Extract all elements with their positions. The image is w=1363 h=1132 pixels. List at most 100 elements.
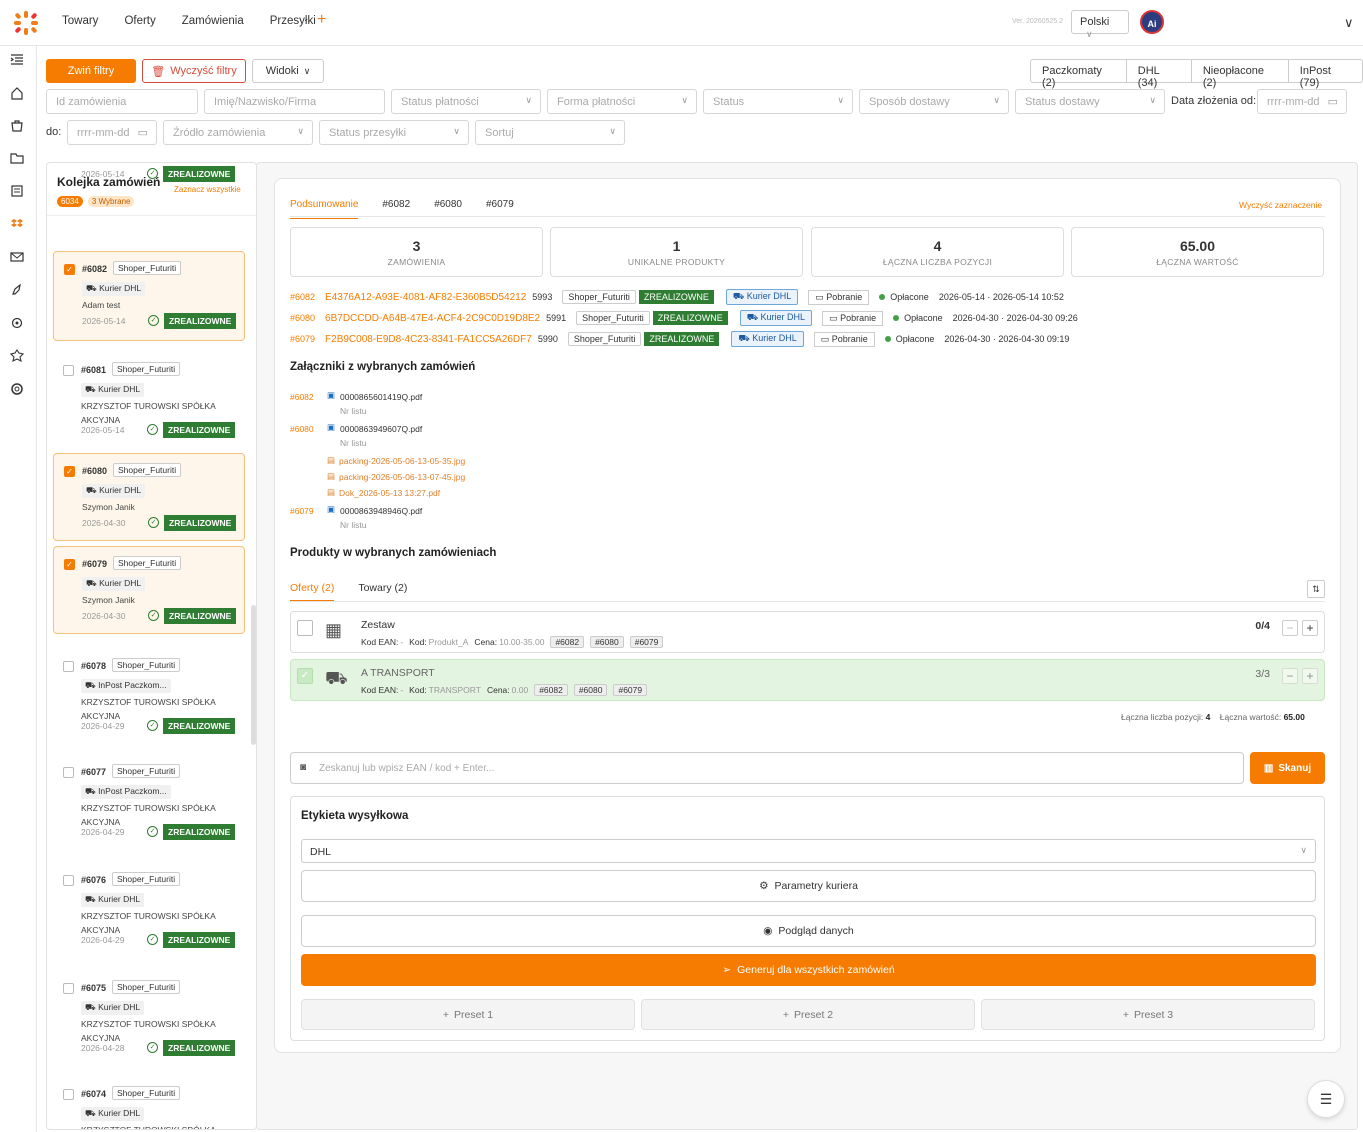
clear-selection-link[interactable]: Wyczyść zaznaczenie [1239,200,1322,210]
queue-order-item[interactable]: #6077 Shoper_Futuriti ⛟ InPost Paczkom... K… [53,755,245,851]
attachment-order-id[interactable]: #6079 [290,506,314,516]
order-number[interactable]: #6080 [82,466,107,476]
language-select[interactable]: Polski ∨ [1071,10,1129,39]
delivery-status-select[interactable]: Status dostawy ∨ [1015,89,1165,114]
scan-input[interactable]: ◙ Zeskanuj lub wpisz EAN / kod + Enter..… [290,752,1244,784]
queue-order-item[interactable]: ✓ #6079 Shoper_Futuriti ⛟ Kurier DHL Szymon … [53,546,245,634]
gear-icon[interactable] [10,316,24,330]
order-checkbox[interactable] [63,365,74,376]
chevron-down-icon[interactable]: ∨ [1344,15,1354,31]
payment-form-select[interactable]: Forma płatności ∨ [547,89,697,114]
preset-2-button[interactable]: + Preset 2 [641,999,975,1030]
order-id-link[interactable]: #6082 [290,292,315,302]
decrement-button[interactable]: − [1282,620,1298,636]
carrier-select[interactable]: DHL ∨ [301,839,1316,863]
preset-3-button[interactable]: + Preset 3 [981,999,1315,1030]
date-to-input[interactable]: rrrr-mm-dd ▭ [67,120,157,145]
date-from-input[interactable]: rrrr-mm-dd ▭ [1257,89,1347,114]
order-checkbox[interactable]: ✓ [64,264,75,275]
sort-select[interactable]: Sortuj ∨ [475,120,625,145]
order-uuid[interactable]: 6B7DCCDD-A64B-47E4-ACF4-2C9C0D19D8E2 [325,313,540,324]
menu-toggle-button[interactable]: ☰ [1307,1080,1345,1118]
product-checkbox[interactable] [297,620,313,636]
order-number[interactable]: #6074 [81,1089,106,1099]
order-number[interactable]: #6082 [82,264,107,274]
order-id-link[interactable]: #6080 [290,313,315,323]
order-checkbox[interactable]: ✓ [64,466,75,477]
nav-oferty[interactable]: Oferty [124,15,155,27]
tab-towary[interactable]: Towary (2) [358,582,407,601]
order-number[interactable]: #6076 [81,875,106,885]
quick-tab-inpost[interactable]: InPost (79) [1289,60,1362,89]
payment-status-select[interactable]: Status płatności ∨ [391,89,541,114]
increment-button[interactable]: + [1302,620,1318,636]
quick-tab-paczkomaty[interactable]: Paczkomaty (2) [1031,60,1127,89]
order-checkbox[interactable] [63,661,74,672]
order-checkbox[interactable] [63,983,74,994]
queue-order-item[interactable]: #6075 Shoper_Futuriti ⛟ Kurier DHL KRZYSZTO… [53,971,245,1067]
queue-order-item[interactable]: ✓ #6080 Shoper_Futuriti ⛟ Kurier DHL Szymon … [53,453,245,541]
menu-icon[interactable] [10,52,24,66]
order-number[interactable]: #6075 [81,983,106,993]
clear-filters-button[interactable]: 🗑 Wyczyść filtry [142,59,246,83]
increment-button[interactable]: + [1302,668,1318,684]
rocket-icon[interactable] [10,283,24,297]
quick-tab-dhl[interactable]: DHL (34) [1127,60,1192,89]
decrement-button[interactable]: − [1282,668,1298,684]
order-number[interactable]: #6078 [81,661,106,671]
views-dropdown[interactable]: Widoki ∨ [252,59,324,83]
order-number[interactable]: #6079 [82,559,107,569]
delivery-method-select[interactable]: Sposób dostawy ∨ [859,89,1009,114]
order-number[interactable]: #6081 [81,365,106,375]
app-logo[interactable] [12,9,40,37]
attachment-file-link[interactable]: packing-2026-05-06-13-07-45.jpg [339,472,465,482]
nav-przesylki[interactable]: Przesyłki [270,15,316,27]
add-tab-icon[interactable]: + [317,11,326,29]
order-checkbox[interactable]: ✓ [64,559,75,570]
attachment-file-link[interactable]: 0000863949607Q.pdf [340,424,422,434]
queue-order-item[interactable]: #6076 Shoper_Futuriti ⛟ Kurier DHL KRZYSZTO… [53,863,245,959]
status-select[interactable]: Status ∨ [703,89,853,114]
order-uuid[interactable]: F2B9C008-E9D8-4C23-8341-FA1CC5A26DF7 [325,334,532,345]
order-uuid[interactable]: E4376A12-A93E-4081-AF82-E360B5D54212 [325,292,526,303]
nav-towary[interactable]: Towary [62,15,98,27]
courier-params-button[interactable]: ⚙ Parametry kuriera [301,870,1316,902]
tab-oferty[interactable]: Oferty (2) [290,582,335,601]
queue-order-item[interactable]: #6078 Shoper_Futuriti ⛟ InPost Paczkom... K… [53,649,245,745]
attachment-file-link[interactable]: 0000865601419Q.pdf [340,392,422,402]
order-checkbox[interactable] [63,767,74,778]
home-icon[interactable] [10,86,24,100]
order-checkbox[interactable] [63,1089,74,1100]
attachment-order-id[interactable]: #6080 [290,424,314,434]
folder-icon[interactable] [10,151,24,165]
nav-zamowienia[interactable]: Zamówienia [182,15,244,27]
collapse-filters-button[interactable]: Zwiń filtry [46,59,136,83]
scan-button[interactable]: ▥ Skanuj [1250,752,1325,784]
order-id-input[interactable]: Id zamówienia [46,89,198,114]
shipment-status-select[interactable]: Status przesyłki ∨ [319,120,469,145]
generate-all-button[interactable]: ➢ Generuj dla wszystkich zamówień [301,954,1316,986]
queue-order-item[interactable]: #6074 Shoper_Futuriti ⛟ Kurier DHL KRZYSZTO… [53,1077,245,1129]
mail-icon[interactable] [10,250,24,264]
attachment-file-link[interactable]: 0000863948946Q.pdf [340,506,422,516]
attachment-file-link[interactable]: packing-2026-05-06-13-05-35.jpg [339,456,465,466]
order-number[interactable]: #6077 [81,767,106,777]
quick-tab-nieoplacone[interactable]: Nieopłacone (2) [1192,60,1289,89]
queue-order-item[interactable]: #6081 Shoper_Futuriti ⛟ Kurier DHL KRZYSZTO… [53,353,245,449]
source-select[interactable]: Źródło zamówienia ∨ [163,120,313,145]
order-checkbox[interactable] [63,875,74,886]
data-preview-button[interactable]: ◉ Podgląd danych [301,915,1316,947]
sort-toggle-icon[interactable]: ⇅ [1307,580,1325,598]
product-checkbox[interactable]: ✓ [297,668,313,684]
preset-1-button[interactable]: + Preset 1 [301,999,635,1030]
name-input[interactable]: Imię/Nazwisko/Firma [204,89,385,114]
avatar[interactable]: Ai [1140,10,1164,34]
order-id-link[interactable]: #6079 [290,334,315,344]
attachment-file-link[interactable]: Dok_2026-05-13 13:27.pdf [339,488,440,498]
dropbox-icon[interactable] [10,217,24,231]
badge-icon[interactable] [10,349,24,363]
queue-order-item[interactable]: ✓ #6082 Shoper_Futuriti ⛟ Kurier DHL Adam te… [53,251,245,341]
document-icon[interactable] [10,184,24,198]
bag-icon[interactable] [10,118,24,132]
queue-order-item[interactable]: 2026-05-14 ✓ ZREALIZOWNE [53,163,245,191]
